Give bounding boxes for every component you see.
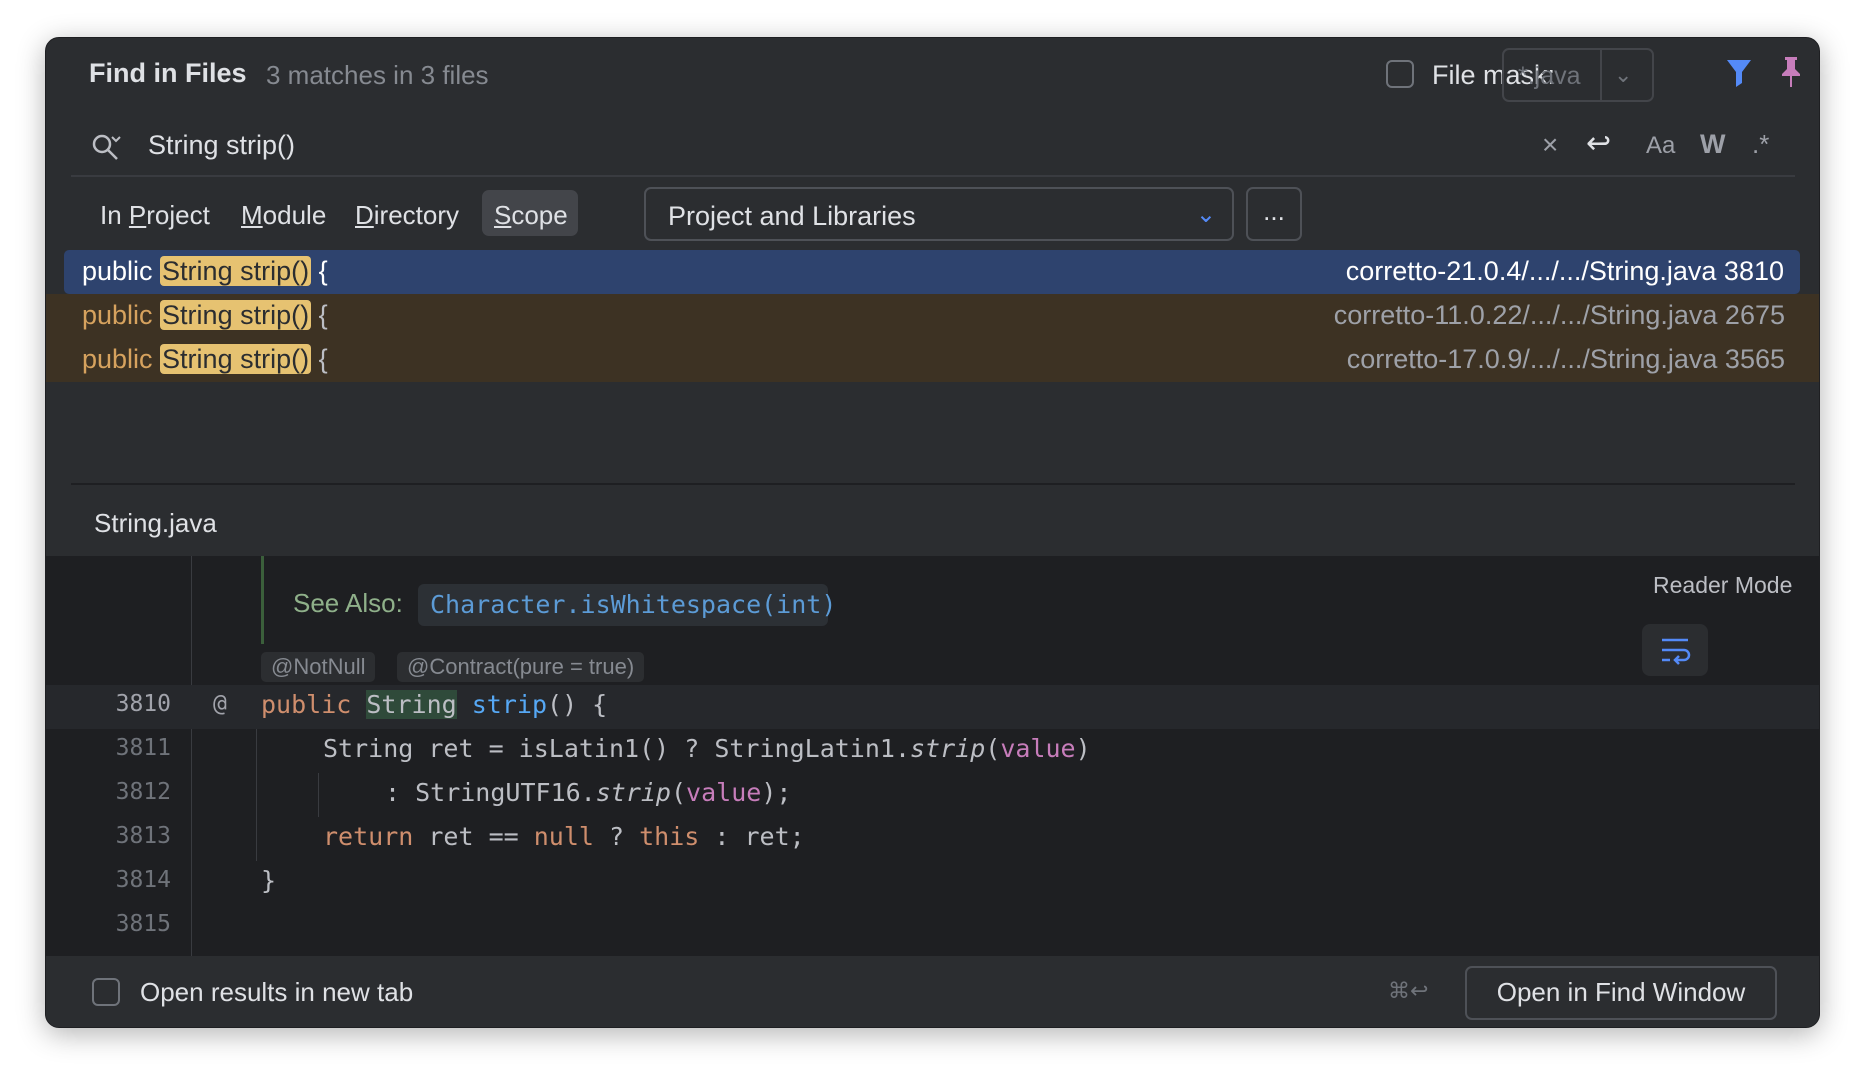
doc-comment-bar <box>261 556 264 644</box>
scope-more-button[interactable]: ... <box>1246 187 1302 241</box>
search-history-icon[interactable] <box>90 132 122 164</box>
code-line-3814: } <box>261 866 277 895</box>
result-row[interactable]: public String strip() { corretto-21.0.4/… <box>64 250 1800 294</box>
match-case-toggle[interactable]: Aa <box>1646 132 1675 160</box>
line-number: 3813 <box>115 823 171 849</box>
code-line-3813: return ret == null ? this : ret; <box>323 822 805 851</box>
tab-directory[interactable]: Directory <box>355 200 459 231</box>
chevron-down-icon: ⌄ <box>1195 201 1216 228</box>
scope-select-value: Project and Libraries <box>668 201 916 231</box>
line-number: 3814 <box>115 867 171 893</box>
gutter-divider <box>191 556 192 956</box>
search-input[interactable]: String strip() <box>148 130 295 161</box>
annotation-contract: @Contract(pure = true) <box>397 652 645 682</box>
code-preview[interactable]: See Also: Character.isWhitespace(int) Re… <box>46 556 1819 956</box>
soft-wrap-button[interactable] <box>1642 624 1708 676</box>
new-line-icon[interactable]: ↩ <box>1586 126 1611 161</box>
line-number: 3812 <box>115 779 171 805</box>
open-in-find-window-button[interactable]: Open in Find Window <box>1465 966 1777 1020</box>
open-new-tab-label: Open results in new tab <box>140 977 414 1007</box>
chevron-down-icon[interactable]: ⌄ <box>1614 62 1632 88</box>
pin-icon[interactable] <box>1778 54 1804 90</box>
file-mask-value: *.java <box>1518 62 1581 90</box>
tab-module[interactable]: Module <box>241 200 326 231</box>
tab-in-project[interactable]: In Project <box>100 200 210 231</box>
clear-icon[interactable]: × <box>1542 129 1558 161</box>
match-summary: 3 matches in 3 files <box>266 60 489 90</box>
indent-guide <box>256 729 257 861</box>
result-code: public String strip() { <box>82 256 328 286</box>
result-code: public String strip() { <box>82 300 328 330</box>
line-number: 3815 <box>115 911 171 937</box>
result-file: corretto-17.0.9/.../.../String.java 3565 <box>1346 344 1785 374</box>
indent-guide <box>318 773 319 817</box>
code-line-3810: public String strip() { <box>261 690 608 719</box>
splitter[interactable] <box>71 483 1795 485</box>
search-divider <box>71 175 1795 177</box>
see-also-link[interactable]: Character.isWhitespace(int) <box>430 590 836 619</box>
dialog-title: Find in Files <box>89 58 247 88</box>
filter-icon[interactable] <box>1724 56 1754 90</box>
shortcut-hint: ⌘↩ <box>1388 978 1429 1003</box>
soft-wrap-icon <box>1662 638 1691 665</box>
reader-mode-button[interactable]: Reader Mode <box>1653 572 1792 599</box>
see-also-label: See Also: <box>293 588 403 618</box>
line-number: 3811 <box>115 735 171 761</box>
words-toggle[interactable]: W <box>1700 129 1725 160</box>
result-file: corretto-21.0.4/.../.../String.java 3810 <box>1345 256 1784 286</box>
footer: Open results in new tab ⌘↩ Open in Find … <box>46 956 1819 1027</box>
code-line-3811: String ret = isLatin1() ? StringLatin1.s… <box>323 734 1091 763</box>
results-list: public String strip() { corretto-21.0.4/… <box>46 250 1819 430</box>
find-in-files-dialog: Find in Files 3 matches in 3 files File … <box>45 37 1820 1028</box>
regex-toggle[interactable]: .* <box>1752 129 1769 160</box>
code-line-3812: : StringUTF16.strip(value); <box>385 778 792 807</box>
file-mask-separator <box>1600 50 1602 100</box>
file-mask-combo[interactable]: *.java ⌄ <box>1502 48 1654 102</box>
tab-scope[interactable]: Scope <box>494 200 568 231</box>
annotation-notnull: @NotNull <box>261 652 376 682</box>
open-new-tab-checkbox[interactable] <box>92 978 120 1006</box>
override-marker-icon[interactable]: @ <box>213 691 227 717</box>
line-number: 3810 <box>115 691 171 717</box>
file-mask-checkbox[interactable] <box>1386 60 1414 88</box>
result-row[interactable]: public String strip() { corretto-11.0.22… <box>46 294 1819 338</box>
result-code: public String strip() { <box>82 344 328 374</box>
result-row[interactable]: public String strip() { corretto-17.0.9/… <box>46 338 1819 382</box>
scope-select[interactable]: Project and Libraries ⌄ <box>644 187 1234 241</box>
result-file: corretto-11.0.22/.../.../String.java 267… <box>1333 300 1785 330</box>
preview-filename: String.java <box>94 508 217 538</box>
